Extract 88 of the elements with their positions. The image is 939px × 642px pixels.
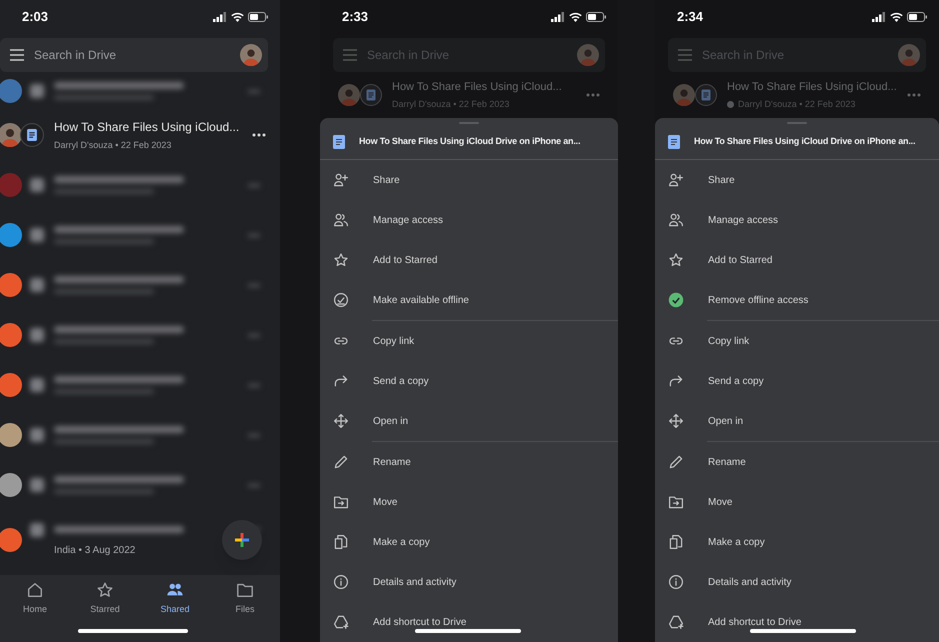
menu-item[interactable]: Share <box>320 160 618 200</box>
people-icon <box>668 212 684 228</box>
pencil-icon <box>333 454 349 470</box>
new-button[interactable] <box>222 520 262 560</box>
clock-time: 2:34 <box>677 8 704 26</box>
file-subtitle: Darryl D'souza • 22 Feb 2023 <box>54 138 172 152</box>
document-icon <box>333 134 345 148</box>
avatar-icon <box>0 123 22 147</box>
menu-item[interactable]: Share <box>655 160 939 200</box>
move-arrows-icon <box>333 413 349 429</box>
drag-handle[interactable] <box>459 122 479 124</box>
nav-tab[interactable]: Starred <box>70 581 140 642</box>
drive-add-icon <box>333 614 349 630</box>
sheet-title: How To Share Files Using iCloud Drive on iPhone an... <box>359 134 580 148</box>
menu-item[interactable]: Details and activity <box>320 562 618 602</box>
menu-item[interactable]: Make a copy <box>655 522 939 562</box>
avatar-icon <box>338 84 360 106</box>
signal-icon <box>213 12 227 22</box>
battery-icon <box>586 12 606 22</box>
battery-icon <box>248 12 268 22</box>
menu-item[interactable]: Open in <box>655 401 939 441</box>
signal-icon <box>872 12 886 22</box>
file-subtitle: Darryl D'souza • 22 Feb 2023 <box>738 98 856 111</box>
star-icon <box>668 252 684 268</box>
document-icon <box>20 123 44 147</box>
share-arrow-icon <box>668 373 684 389</box>
clock-time: 2:33 <box>342 8 368 26</box>
menu-item[interactable]: Send a copy <box>320 361 618 401</box>
nav-tab[interactable]: Files <box>210 581 280 642</box>
sheet-title: How To Share Files Using iCloud Drive on iPhone an... <box>694 134 916 148</box>
wifi-icon <box>231 12 244 22</box>
star-icon <box>96 581 114 599</box>
document-icon <box>695 84 717 106</box>
search-field[interactable]: Search in Drive <box>34 46 230 64</box>
people-icon <box>333 212 349 228</box>
wifi-icon <box>569 12 582 22</box>
menu-item[interactable]: Make a copy <box>320 522 618 562</box>
copy-icon <box>668 534 684 550</box>
avatar-icon <box>240 44 262 66</box>
file-subtitle: India • 3 Aug 2022 <box>54 544 136 558</box>
avatar-icon <box>577 44 599 66</box>
drag-handle[interactable] <box>787 122 807 124</box>
nav-tab[interactable]: Home <box>0 581 70 642</box>
move-arrows-icon <box>668 413 684 429</box>
menu-item[interactable]: Move <box>320 482 618 522</box>
menu-item[interactable]: Move <box>655 482 939 522</box>
share-arrow-icon <box>333 373 349 389</box>
menu-item[interactable]: Add shortcut to Drive <box>320 602 618 642</box>
person-add-icon <box>333 172 349 188</box>
signal-icon <box>551 12 565 22</box>
menu-item[interactable]: Manage access <box>320 200 618 240</box>
info-icon <box>668 574 684 590</box>
menu-item[interactable]: Open in <box>320 401 618 441</box>
menu-item[interactable]: Add shortcut to Drive <box>655 602 939 642</box>
folder-icon <box>236 581 254 599</box>
menu-item[interactable]: Add to Starred <box>655 240 939 280</box>
info-icon <box>333 574 349 590</box>
document-icon <box>360 84 382 106</box>
file-title[interactable]: How To Share Files Using iCloud... <box>54 118 252 136</box>
search-bar[interactable]: Search in Drive <box>0 38 268 72</box>
menu-item[interactable]: Send a copy <box>655 361 939 401</box>
menu-item[interactable]: Manage access <box>655 200 939 240</box>
menu-item[interactable]: Copy link <box>655 321 939 361</box>
nav-tab[interactable]: Shared <box>140 581 210 642</box>
avatar-icon <box>673 84 695 106</box>
avatar-icon <box>898 44 920 66</box>
menu-item[interactable]: Make available offline <box>320 280 618 320</box>
copy-icon <box>333 534 349 550</box>
person-add-icon <box>668 172 684 188</box>
menu-item[interactable]: Remove offline access <box>655 280 939 320</box>
document-icon <box>668 134 680 148</box>
menu-item[interactable]: Details and activity <box>655 562 939 602</box>
drive-add-icon <box>668 614 684 630</box>
wifi-icon <box>890 12 903 22</box>
battery-icon <box>907 12 927 22</box>
star-icon <box>333 252 349 268</box>
folder-icon <box>333 494 349 510</box>
menu-item[interactable]: Rename <box>655 442 939 482</box>
folder-icon <box>668 494 684 510</box>
more-icon[interactable] <box>252 133 266 137</box>
menu-item[interactable]: Copy link <box>320 321 618 361</box>
menu-item[interactable]: Add to Starred <box>320 240 618 280</box>
file-subtitle: Darryl D'souza • 22 Feb 2023 <box>392 98 510 111</box>
home-icon <box>26 581 44 599</box>
menu-item[interactable]: Rename <box>320 442 618 482</box>
clock-time: 2:03 <box>22 8 48 26</box>
pencil-icon <box>668 454 684 470</box>
plus-icon <box>234 532 250 548</box>
